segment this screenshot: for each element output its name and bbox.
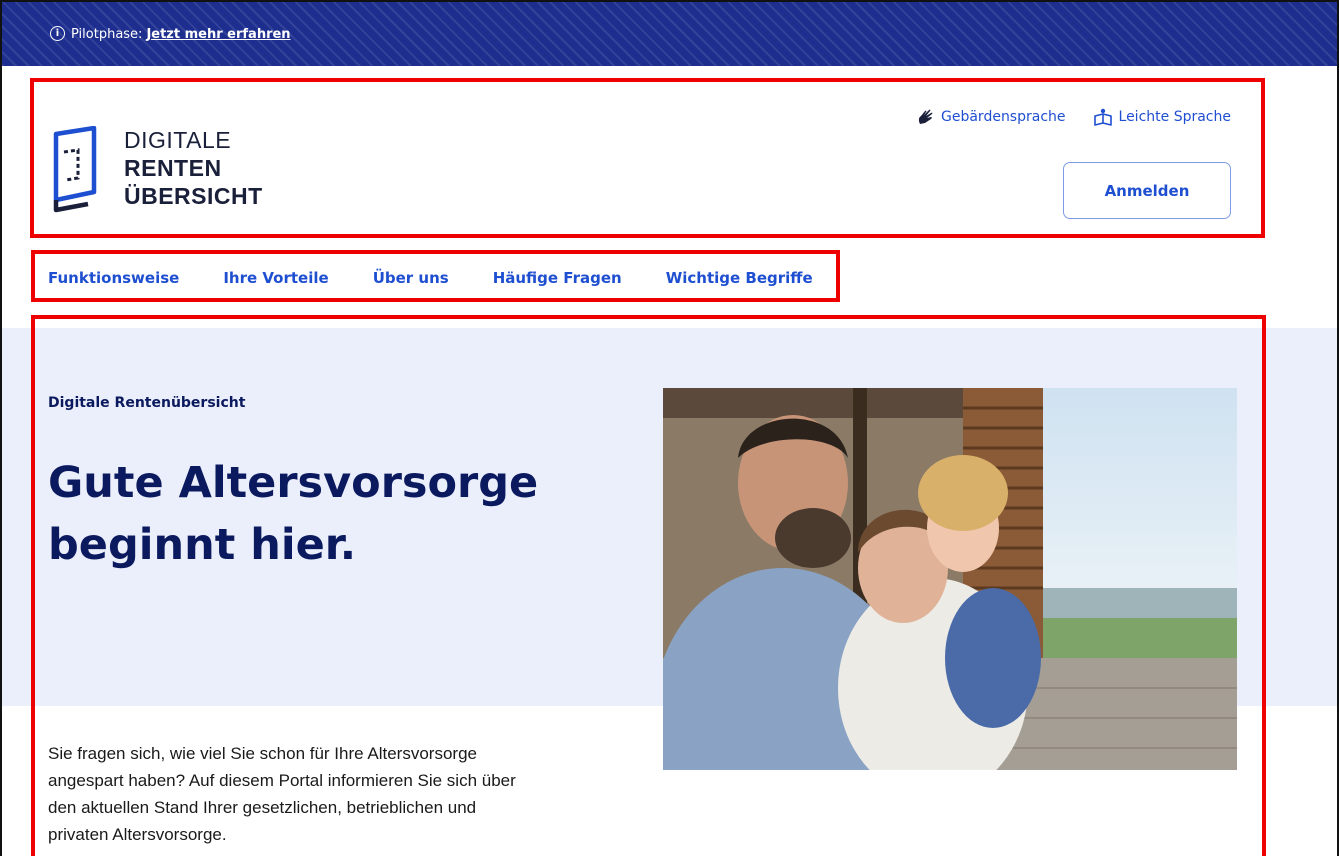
annotation-box-header — [30, 78, 1265, 238]
pilot-phase-bar: i Pilotphase: Jetzt mehr erfahren — [2, 2, 1337, 66]
annotation-box-navigation — [31, 250, 840, 302]
annotation-box-hero — [31, 315, 1266, 856]
info-icon: i — [50, 25, 65, 41]
pilot-prefix: Pilotphase: — [71, 26, 143, 42]
pilot-more-link[interactable]: Jetzt mehr erfahren — [146, 27, 290, 42]
